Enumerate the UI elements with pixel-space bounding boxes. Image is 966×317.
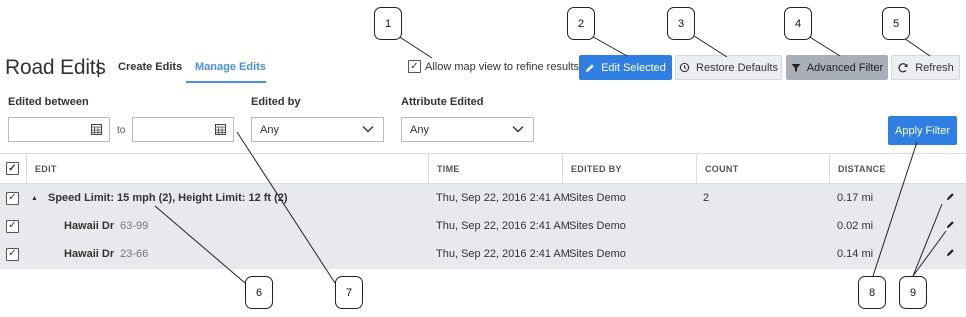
column-header-count[interactable]: COUNT [696, 154, 829, 183]
table-row[interactable]: ✓ Hawaii Dr 63-99 Thu, Sep 22, 2016 2:41… [0, 212, 966, 240]
refresh-button[interactable]: Refresh [891, 55, 960, 80]
callout-9: 9 [899, 276, 927, 309]
attribute-edited-select[interactable]: Any [401, 117, 534, 142]
advanced-filter-label: Advanced Filter [806, 61, 884, 74]
callout-6: 6 [245, 276, 273, 309]
group-count: 2 [703, 192, 710, 204]
refresh-label: Refresh [915, 61, 954, 74]
map-view-refine-option[interactable]: ✓ Allow map view to refine results [408, 60, 579, 73]
edited-by-label: Edited by [251, 96, 301, 108]
tab-create-edits[interactable]: Create Edits [118, 61, 182, 73]
pencil-icon[interactable] [946, 220, 955, 229]
date-to-input[interactable] [132, 117, 234, 142]
row-edited-by: Sites Demo [569, 220, 626, 232]
row-checkbox[interactable]: ✓ [6, 247, 19, 261]
row-distance: 0.14 mi [837, 248, 874, 260]
history-icon [679, 62, 690, 73]
row-checkbox[interactable]: ✓ [6, 191, 19, 205]
row-edit-label: Hawaii Dr 63-99 [64, 212, 148, 240]
callout-5: 5 [882, 7, 910, 40]
row-time: Thu, Sep 22, 2016 2:41 AM [436, 220, 570, 232]
callout-1: 1 [374, 7, 402, 40]
table-row[interactable]: ✓ Hawaii Dr 23-66 Thu, Sep 22, 2016 2:41… [0, 240, 966, 268]
edited-by-value: Any [260, 123, 279, 136]
apply-filter-button[interactable]: Apply Filter [888, 116, 957, 145]
select-all-cell: ✓ [0, 154, 26, 183]
row-edit-label: Hawaii Dr 23-66 [64, 240, 148, 268]
map-view-checkbox-label: Allow map view to refine results [425, 60, 580, 73]
group-label: Speed Limit: 15 mph (2), Height Limit: 1… [48, 192, 288, 204]
filter-icon [791, 63, 801, 72]
row-time: Thu, Sep 22, 2016 2:41 AM [436, 248, 570, 260]
callout-2: 2 [567, 7, 595, 40]
collapse-triangle-icon[interactable]: ▲ [31, 184, 38, 212]
row-checkbox-cell: ✓ [6, 212, 19, 240]
row-distance: 0.02 mi [837, 220, 874, 232]
row-checkbox-cell: ✓ [6, 240, 19, 268]
callout-3: 3 [667, 7, 695, 40]
page-title: Road Edits [5, 56, 106, 79]
table-header: ✓ EDIT TIME EDITED BY COUNT DISTANCE [0, 153, 966, 184]
pencil-icon[interactable] [946, 248, 955, 257]
column-header-time[interactable]: TIME [428, 154, 562, 183]
edit-selected-button[interactable]: Edit Selected [579, 55, 672, 80]
date-from-input[interactable] [8, 117, 110, 142]
restore-defaults-button[interactable]: Restore Defaults [675, 55, 782, 80]
select-all-checkbox[interactable]: ✓ [6, 162, 19, 175]
row-edited-by: Sites Demo [569, 248, 626, 260]
refresh-icon [898, 62, 908, 72]
attribute-edited-label: Attribute Edited [401, 96, 484, 108]
calendar-icon[interactable] [215, 124, 226, 135]
pencil-icon [586, 63, 594, 72]
to-label: to [117, 125, 126, 136]
active-tab-underline [186, 81, 266, 83]
map-view-checkbox[interactable]: ✓ [408, 60, 421, 73]
group-time: Thu, Sep 22, 2016 2:41 AM [436, 192, 570, 204]
edited-by-select[interactable]: Any [251, 117, 384, 142]
pencil-icon[interactable] [946, 192, 955, 201]
edited-between-label: Edited between [8, 96, 89, 108]
column-header-edit[interactable]: EDIT [26, 154, 428, 183]
row-address-range: 63-99 [120, 220, 149, 232]
edit-selected-label: Edit Selected [601, 61, 666, 74]
callout-7: 7 [335, 276, 363, 309]
group-distance: 0.17 mi [837, 192, 874, 204]
column-header-edited-by[interactable]: EDITED BY [562, 154, 696, 183]
row-address-range: 23-66 [120, 248, 149, 260]
row-road-name: Hawaii Dr [64, 220, 115, 232]
callout-8: 8 [858, 276, 886, 309]
group-edited-by: Sites Demo [569, 192, 626, 204]
attribute-edited-value: Any [410, 123, 429, 136]
column-header-distance[interactable]: DISTANCE [829, 154, 966, 183]
row-road-name: Hawaii Dr [64, 248, 115, 260]
callout-4: 4 [784, 7, 812, 40]
table-body: ✓ ▲ Speed Limit: 15 mph (2), Height Limi… [0, 184, 966, 269]
advanced-filter-button[interactable]: Advanced Filter [786, 55, 888, 80]
tab-manage-edits[interactable]: Manage Edits [195, 61, 266, 73]
table-group-row[interactable]: ✓ ▲ Speed Limit: 15 mph (2), Height Limi… [0, 184, 966, 212]
row-checkbox[interactable]: ✓ [6, 219, 19, 233]
row-checkbox-cell: ✓ [6, 184, 19, 212]
calendar-icon[interactable] [91, 124, 102, 135]
restore-defaults-label: Restore Defaults [696, 61, 778, 74]
chevron-down-icon [512, 126, 524, 133]
title-separator: | [96, 57, 101, 77]
chevron-down-icon [362, 126, 374, 133]
